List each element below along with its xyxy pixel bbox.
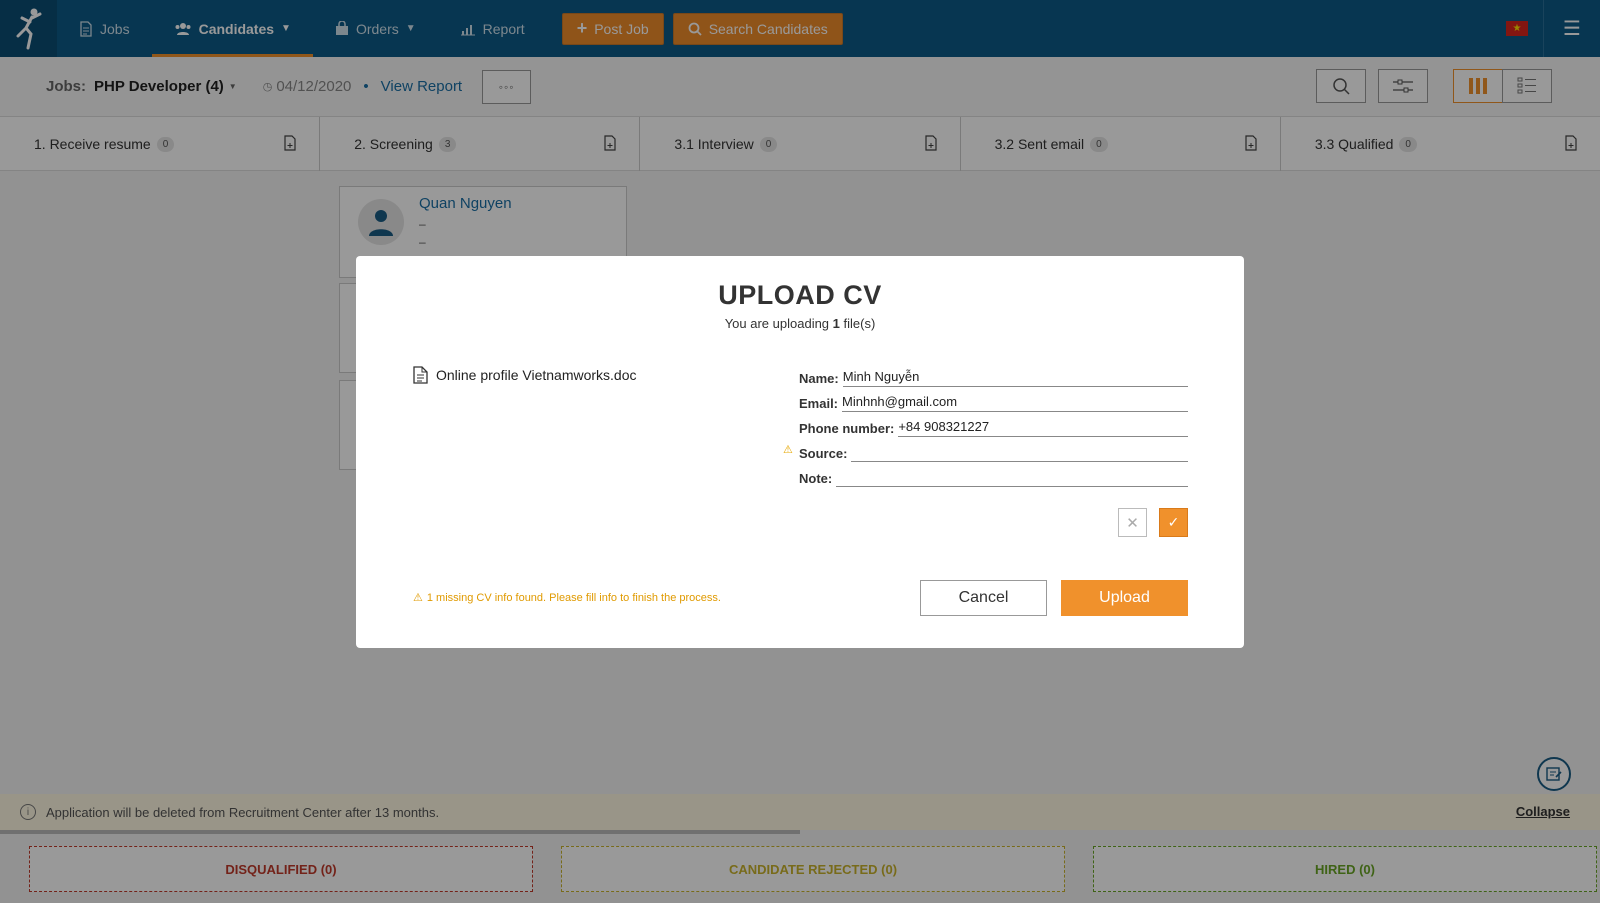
file-icon	[413, 366, 428, 384]
cv-info-form: Name: Email: Phone number: ⚠ Source: Not…	[783, 363, 1188, 537]
form-actions: ✕ ✓	[1118, 508, 1188, 537]
warning-icon: ⚠	[413, 592, 423, 604]
file-count: 1	[832, 316, 840, 331]
email-label: Email:	[799, 396, 839, 411]
close-icon: ✕	[1126, 514, 1139, 532]
file-name: Online profile Vietnamworks.doc	[436, 367, 637, 383]
missing-info-text: 1 missing CV info found. Please fill inf…	[426, 591, 721, 604]
phone-field-row: Phone number:	[799, 413, 1188, 437]
subtitle-suffix: file(s)	[839, 316, 876, 331]
modal-subtitle: You are uploading 1 file(s)	[356, 316, 1244, 331]
confirm-button[interactable]: ✓	[1159, 508, 1188, 537]
source-field-row: ⚠ Source:	[783, 438, 1188, 462]
subtitle-prefix: You are uploading	[724, 316, 833, 331]
uploaded-file-item[interactable]: Online profile Vietnamworks.doc	[413, 366, 637, 384]
name-label: Name:	[799, 371, 839, 386]
warning-icon: ⚠	[783, 444, 793, 456]
name-field-row: Name:	[799, 363, 1188, 387]
source-label: Source:	[799, 446, 848, 461]
email-field-row: Email:	[799, 388, 1188, 412]
note-label: Note:	[799, 471, 833, 486]
discard-button[interactable]: ✕	[1118, 508, 1147, 537]
modal-title: UPLOAD CV	[718, 280, 882, 310]
missing-info-warning: ⚠ 1 missing CV info found. Please fill i…	[413, 591, 721, 605]
source-input[interactable]	[851, 442, 1188, 462]
check-icon: ✓	[1167, 514, 1180, 530]
upload-cv-modal: UPLOAD CV You are uploading 1 file(s) On…	[356, 256, 1244, 648]
phone-label: Phone number:	[799, 421, 895, 436]
email-input[interactable]	[842, 392, 1188, 412]
cancel-button[interactable]: Cancel	[920, 580, 1047, 616]
name-input[interactable]	[842, 367, 1188, 387]
note-field-row: Note:	[799, 463, 1188, 487]
note-input[interactable]	[836, 467, 1188, 487]
phone-input[interactable]	[898, 417, 1188, 437]
upload-button[interactable]: Upload	[1061, 580, 1188, 616]
